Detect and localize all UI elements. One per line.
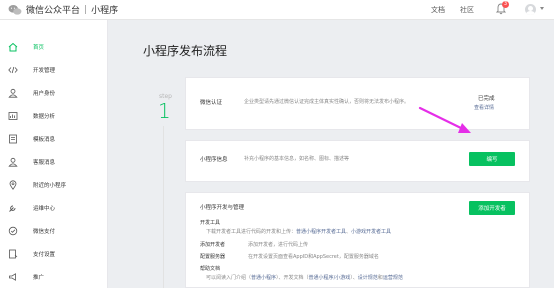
help-prefix: 可以阅读入门介绍（ — [206, 275, 252, 281]
dev-tools-text: 下载开发者工具进行代码的开发和上传：普通小程序开发者工具、小游戏开发者工具 — [206, 228, 391, 235]
brand-separator: | — [84, 4, 88, 15]
chart-icon — [8, 112, 18, 120]
platform-name: 微信公众平台 — [26, 6, 81, 16]
help-text-mid: ）、开发文档（ — [276, 275, 309, 281]
edit-button[interactable]: 编写 — [469, 152, 515, 166]
customer-service-icon — [8, 157, 18, 167]
wechat-pay-icon — [8, 226, 18, 236]
top-bar: 微信公众平台 | 小程序 文档 社区 3 — [0, 0, 554, 20]
sidebar-item-dev-management[interactable]: 开发管理 — [0, 60, 108, 80]
sidebar-item-label: 首页 — [33, 45, 45, 51]
mini-game-devtools-link[interactable]: 小游戏开发者工具 — [351, 229, 391, 235]
design-guidelines-link[interactable]: 设计规范 — [358, 275, 378, 281]
sidebar-item-label: 微信支付 — [33, 229, 56, 235]
docs-mini-game-link[interactable]: 小游戏 — [335, 275, 350, 281]
page-title: 小程序发布流程 — [143, 44, 228, 58]
sidebar-item-nearby-miniprograms[interactable]: 附近的小程序 — [0, 175, 108, 195]
verify-description: 企业类型请先通过微信认证完成主体真实性确认，否则将无法发布小程序。 — [244, 99, 410, 105]
server-config-label: 配置服务器 — [200, 254, 226, 260]
sidebar-item-data-analysis[interactable]: 数据分析 — [0, 106, 108, 126]
sidebar-item-label: 附近的小程序 — [33, 183, 67, 189]
sidebar-item-label: 开发管理 — [33, 68, 56, 74]
sidebar: 首页 开发管理 用户身份 数据分析 模板消息 客服消息 附近的小程序 运维中心 … — [0, 20, 108, 288]
intro-mini-program-link[interactable]: 普通小程序 — [251, 275, 276, 281]
sidebar-item-promotion[interactable]: 推广 — [0, 267, 108, 287]
add-dev-text: 添加开发者，进行代码上传 — [248, 242, 309, 248]
sidebar-item-label: 客服消息 — [33, 160, 56, 166]
operation-guidelines-link[interactable]: 运营规范 — [383, 275, 403, 281]
home-icon — [8, 42, 18, 52]
dev-tools-label: 开发工具 — [200, 220, 221, 226]
info-title: 小程序信息 — [200, 157, 228, 163]
user-icon — [8, 88, 18, 98]
mini-program-devtools-link[interactable]: 普通小程序开发者工具 — [296, 229, 346, 235]
sidebar-item-label: 用户身份 — [33, 91, 56, 97]
code-icon — [8, 66, 18, 74]
message-template-icon — [9, 134, 17, 144]
verify-card: 微信认证 企业类型请先通过微信认证完成主体真实性确认，否则将无法发布小程序。 已… — [185, 77, 530, 130]
wechat-logo-icon — [8, 4, 22, 15]
step-timeline — [163, 126, 164, 288]
view-details-link[interactable]: 查看详情 — [474, 104, 494, 111]
sidebar-item-label: 数据分析 — [33, 114, 56, 120]
sidebar-item-label: 推广 — [33, 275, 45, 281]
promotion-icon — [9, 273, 16, 281]
dev-tools-prefix: 下载开发者工具进行代码的开发和上传： — [206, 229, 297, 235]
sidebar-item-user-identity[interactable]: 用户身份 — [0, 83, 108, 103]
main-content: 小程序发布流程 step 1 微信认证 企业类型请先通过微信认证完成主体真实性确… — [108, 20, 554, 288]
sidebar-item-wechat-pay[interactable]: 微信支付 — [0, 221, 108, 241]
notification-badge: 3 — [502, 1, 509, 8]
chevron-down-icon[interactable] — [540, 7, 544, 10]
payment-settings-icon — [9, 249, 18, 259]
verify-status: 已完成 — [478, 96, 495, 102]
info-card: 小程序信息 补充小程序的基本信息，如名称、图标、描述等 编写 — [185, 140, 530, 182]
sidebar-item-template-messages[interactable]: 模板消息 — [0, 129, 108, 149]
docs-mini-program-link[interactable]: 普通小程序 — [309, 275, 334, 281]
sidebar-item-payment-settings[interactable]: 支付设置 — [0, 244, 108, 264]
info-description: 补充小程序的基本信息，如名称、图标、描述等 — [244, 156, 350, 162]
dev-card: 小程序开发与管理 添加开发者 开发工具 下载开发者工具进行代码的开发和上传：普通… — [185, 192, 530, 288]
help-docs-text: 可以阅读入门介绍（普通小程序）、开发文档（普通小程序/小游戏）、设计规范和运营规… — [206, 274, 403, 281]
nav-docs-link[interactable]: 文档 — [431, 5, 445, 15]
sidebar-item-ops-center[interactable]: 运维中心 — [0, 198, 108, 218]
sidebar-item-label: 运维中心 — [33, 206, 56, 212]
avatar[interactable] — [525, 4, 536, 15]
add-dev-label: 添加开发者 — [200, 242, 226, 248]
sidebar-item-label: 模板消息 — [33, 137, 56, 143]
dev-title: 小程序开发与管理 — [200, 205, 245, 211]
help-text-mid2: ）、 — [350, 275, 358, 281]
verify-title: 微信认证 — [200, 100, 223, 106]
nav-community-link[interactable]: 社区 — [460, 5, 474, 15]
server-config-text: 在开发设置页面查看AppID和AppSecret，配置服务器域名 — [248, 254, 379, 260]
section-name: 小程序 — [91, 6, 119, 16]
step-number: 1 — [158, 99, 171, 123]
sidebar-item-customer-service[interactable]: 客服消息 — [0, 152, 108, 172]
sidebar-item-label: 支付设置 — [33, 252, 56, 258]
wrench-icon — [9, 205, 16, 212]
sidebar-item-home[interactable]: 首页 — [0, 37, 108, 57]
help-docs-label: 帮助文档 — [200, 266, 221, 272]
location-icon — [9, 180, 17, 190]
add-developer-button[interactable]: 添加开发者 — [469, 201, 515, 215]
brand[interactable]: 微信公众平台 | 小程序 — [8, 3, 118, 16]
